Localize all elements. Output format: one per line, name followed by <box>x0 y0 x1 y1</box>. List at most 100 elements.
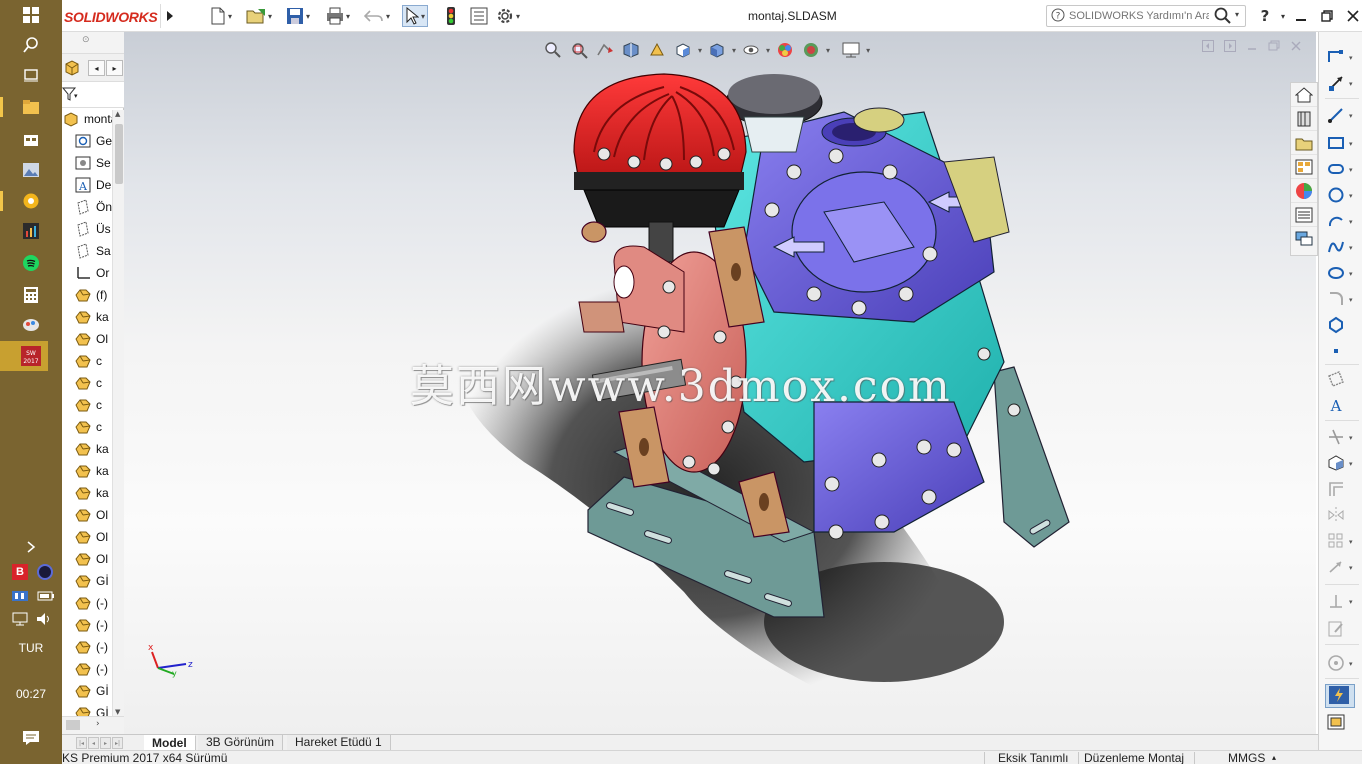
tree-filter[interactable]: ▾ <box>61 82 124 108</box>
convert-entities-button[interactable]: ▾ <box>1319 452 1362 476</box>
store-icon[interactable] <box>0 124 62 154</box>
first-tab-icon[interactable]: |◂ <box>76 737 87 749</box>
smart-dimension-button[interactable]: ▾ <box>1319 72 1362 96</box>
rectangle-tool-button[interactable]: ▾ <box>1319 132 1362 156</box>
tree-item[interactable]: Ge <box>62 130 112 152</box>
custom-properties-icon[interactable] <box>1291 203 1317 227</box>
tree-item[interactable]: Ol <box>62 504 112 526</box>
tree-item[interactable]: Gİ <box>62 680 112 702</box>
fillet-tool-button[interactable]: ▾ <box>1319 288 1362 312</box>
tree-item[interactable]: ka <box>62 306 112 328</box>
appearances-icon[interactable] <box>1291 179 1317 203</box>
tree-item[interactable]: (-) <box>62 614 112 636</box>
instant-2d-button[interactable] <box>1325 684 1355 708</box>
solidworks-logo[interactable]: SOLIDWORKS <box>62 6 158 28</box>
repair-sketch-button[interactable] <box>1319 618 1362 642</box>
tree-item[interactable]: (-) <box>62 592 112 614</box>
task-view-icon[interactable] <box>0 60 62 90</box>
scroll-right-icon[interactable]: › <box>96 719 100 729</box>
help-search-input[interactable] <box>1069 10 1209 22</box>
search-icon[interactable] <box>1213 7 1233 28</box>
tree-item[interactable]: Sa <box>62 240 112 262</box>
chevron-down-icon[interactable]: ▾ <box>1235 10 1239 19</box>
last-tab-icon[interactable]: ▸| <box>112 737 123 749</box>
move-entities-button[interactable]: ▾ <box>1319 556 1362 580</box>
panel-grip-icon[interactable]: ⊙ <box>82 35 90 45</box>
paint-icon[interactable] <box>0 310 62 340</box>
display-relations-button[interactable]: ▾ <box>1319 590 1362 614</box>
unit-system[interactable]: MMGS <box>1228 751 1265 764</box>
mirror-entities-button[interactable] <box>1319 504 1362 528</box>
tree-item[interactable]: c <box>62 394 112 416</box>
tree-item[interactable]: A De <box>62 174 112 196</box>
tree-root[interactable]: montaj <box>62 110 112 130</box>
tree-horizontal-scrollbar[interactable]: › <box>62 716 124 734</box>
restore-button[interactable] <box>1316 6 1338 26</box>
keyboard-icon[interactable] <box>12 590 28 605</box>
tree-item[interactable]: c <box>62 350 112 372</box>
options-button[interactable]: ▾ <box>496 5 520 27</box>
menu-expand-icon[interactable] <box>160 4 178 28</box>
linear-pattern-button[interactable]: ▾ <box>1319 530 1362 554</box>
polygon-tool-button[interactable] <box>1319 314 1362 338</box>
circle-tool-button[interactable]: ▾ <box>1319 184 1362 208</box>
open-document-button[interactable]: ▾ <box>246 5 272 27</box>
chevron-right-icon[interactable] <box>0 532 62 562</box>
sketch-button[interactable]: ▾ <box>1319 46 1362 70</box>
plane-tool-button[interactable] <box>1319 368 1362 392</box>
text-tool-button[interactable]: A <box>1319 394 1362 418</box>
unit-system-caret-icon[interactable]: ▴ <box>1272 751 1276 764</box>
tab-scroll-right-icon[interactable]: ▸ <box>106 60 123 76</box>
tree-item[interactable]: (f) <box>62 284 112 306</box>
clock[interactable]: 00:27 <box>0 687 62 701</box>
undo-button[interactable]: ▾ <box>364 5 390 27</box>
circle-app-icon[interactable] <box>37 564 53 580</box>
tree-item[interactable]: Üs <box>62 218 112 240</box>
save-button[interactable]: ▾ <box>286 5 310 27</box>
select-button[interactable]: ▾ <box>402 5 429 27</box>
next-tab-icon[interactable]: ▸ <box>100 737 111 749</box>
app-chart-icon[interactable] <box>0 216 62 246</box>
spline-tool-button[interactable]: ▾ <box>1319 236 1362 260</box>
tree-item[interactable]: (-) <box>62 658 112 680</box>
notifications-icon[interactable] <box>0 723 62 753</box>
network-icon[interactable] <box>12 612 28 629</box>
line-tool-button[interactable]: ▾ <box>1319 104 1362 128</box>
graphics-area[interactable]: ▾ ▾ ▾ ▾ ▾ 莫西网www.3dmox.com x y z <box>124 32 1316 734</box>
point-tool-button[interactable] <box>1319 340 1362 364</box>
windows-logo-icon[interactable] <box>0 0 62 30</box>
file-properties-button[interactable] <box>470 5 488 27</box>
tree-item[interactable]: Ön <box>62 196 112 218</box>
ellipse-tool-button[interactable]: ▾ <box>1319 262 1362 286</box>
spotify-icon[interactable] <box>0 248 62 278</box>
solidworks-resources-icon[interactable] <box>1291 83 1317 107</box>
tree-item[interactable]: Ol <box>62 328 112 350</box>
tree-item[interactable]: Or <box>62 262 112 284</box>
design-library-icon[interactable] <box>1291 107 1317 131</box>
file-explorer-icon[interactable] <box>0 92 62 122</box>
tab-scroll-left-icon[interactable]: ◂ <box>88 60 105 76</box>
tree-item[interactable]: ka <box>62 482 112 504</box>
photos-icon[interactable] <box>0 155 62 185</box>
solidworks-2017-icon[interactable]: SW 2017 <box>0 341 62 371</box>
tree-item[interactable]: Gİ <box>62 570 112 592</box>
tree-item[interactable]: Se <box>62 152 112 174</box>
tree-scrollbar[interactable]: ▲ ▼ <box>112 110 124 716</box>
quick-snaps-button[interactable]: ▾ <box>1319 652 1362 676</box>
print-button[interactable]: ▾ <box>326 5 350 27</box>
chevron-down-icon[interactable]: ▾ <box>74 92 78 100</box>
tree-item[interactable]: Ol <box>62 526 112 548</box>
close-button[interactable] <box>1342 6 1362 26</box>
offset-entities-button[interactable] <box>1319 478 1362 502</box>
b-app-icon[interactable]: B <box>12 564 28 580</box>
tree-item[interactable]: Ol <box>62 548 112 570</box>
calculator-icon[interactable] <box>0 280 62 310</box>
file-explorer-pane-icon[interactable] <box>1291 131 1317 155</box>
arc-tool-button[interactable]: ▾ <box>1319 210 1362 234</box>
trim-entities-button[interactable]: ▾ <box>1319 426 1362 450</box>
tab-3d-view[interactable]: 3B Görünüm <box>198 735 284 751</box>
hscroll-thumb[interactable] <box>66 720 80 730</box>
tree-item[interactable]: c <box>62 372 112 394</box>
shaded-sketch-contours-button[interactable] <box>1319 712 1362 736</box>
tree-item[interactable]: c <box>62 416 112 438</box>
